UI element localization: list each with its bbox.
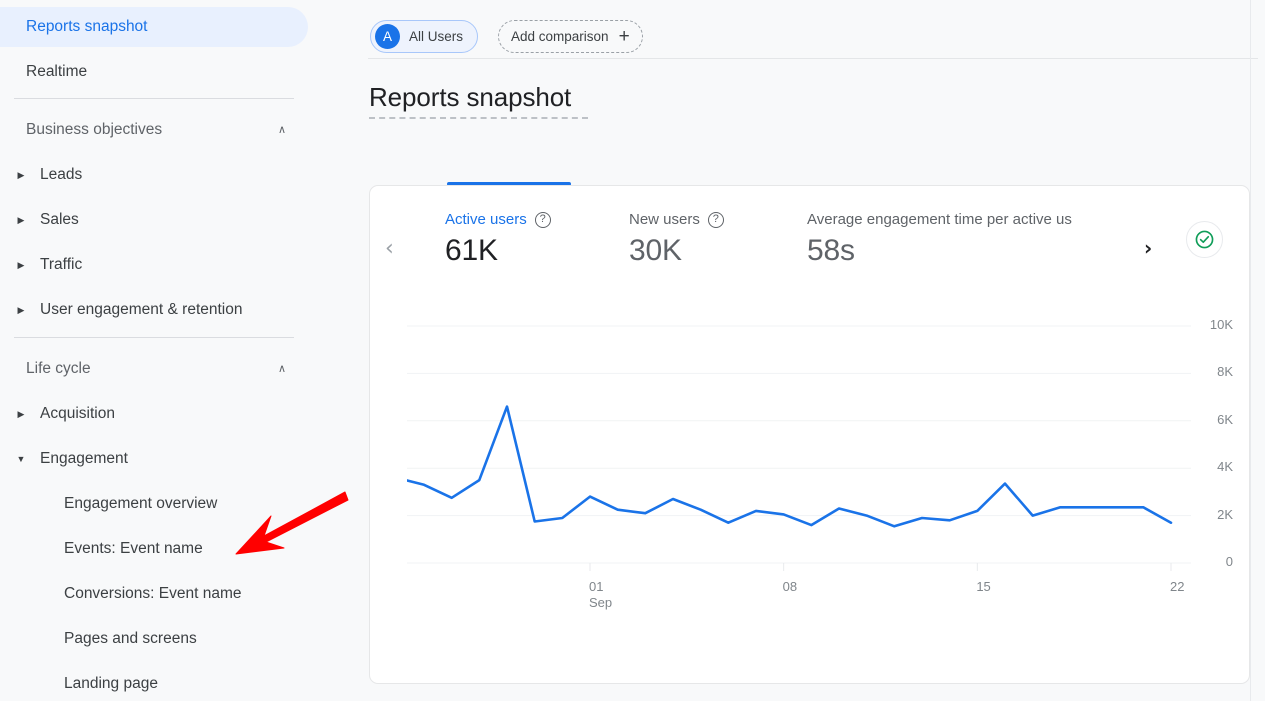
- sidebar-item-label: Traffic: [40, 256, 83, 273]
- sidebar-section-title: Life cycle: [26, 360, 91, 377]
- sidebar-subitem-conversions-event-name[interactable]: Conversions: Event name: [0, 574, 308, 614]
- add-comparison-button[interactable]: Add comparison +: [498, 20, 643, 53]
- metric-prev-button[interactable]: ‹: [385, 238, 394, 260]
- chart-series-line: [367, 362, 1173, 528]
- overview-card: ‹ › Active users? 61K New users? 30K Average…: [367, 185, 1250, 684]
- metric-value: 58s: [807, 234, 855, 267]
- sidebar-item-traffic[interactable]: ▶ Traffic: [0, 245, 308, 285]
- sidebar-section-title: Business objectives: [26, 121, 163, 138]
- check-circle-icon: [1195, 230, 1214, 249]
- chart-y-tick-label: 10K: [1209, 317, 1233, 332]
- sidebar-divider-2: [14, 337, 294, 338]
- left-sidebar: Reports snapshot Realtime Business objecti…: [0, 0, 360, 701]
- chart-x-tick-label: 01: [589, 579, 604, 594]
- sidebar-subitem-label: Events: Event name: [64, 540, 203, 557]
- sidebar-item-engagement[interactable]: ▼ Engagement: [0, 439, 308, 479]
- sidebar-item-sales[interactable]: ▶ Sales: [0, 200, 308, 240]
- plus-icon: +: [618, 26, 630, 47]
- metric-next-button[interactable]: ›: [1144, 238, 1152, 258]
- sidebar-item-reports-snapshot[interactable]: Reports snapshot: [0, 7, 308, 47]
- sidebar-subitem-label: Engagement overview: [64, 495, 218, 512]
- sidebar-subitem-label: Landing page: [64, 675, 158, 692]
- chart-y-tick-label: 0: [1225, 554, 1233, 569]
- metric-value: 61K: [445, 234, 498, 267]
- page-title: Reports snapshot: [369, 82, 572, 112]
- metric-label: Active users: [445, 211, 527, 228]
- sidebar-item-leads[interactable]: ▶ Leads: [0, 155, 308, 195]
- chart-left-mask: [370, 306, 407, 606]
- segment-chip-label: All Users: [409, 29, 464, 44]
- caret-down-icon[interactable]: ▼: [14, 454, 28, 464]
- chart-y-tick-label: 8K: [1217, 364, 1233, 380]
- app-root: Reports snapshot Realtime Business objecti…: [0, 0, 1265, 701]
- sidebar-item-label: Realtime: [26, 63, 88, 80]
- metric-card-active-users[interactable]: Active users? 61K: [445, 211, 551, 268]
- add-comparison-label: Add comparison: [511, 29, 609, 44]
- sidebar-subitem-landing-page[interactable]: Landing page: [0, 664, 308, 701]
- page-title-underline: [369, 117, 588, 119]
- sidebar-subitem-label: Conversions: Event name: [64, 585, 242, 602]
- caret-right-icon[interactable]: ▶: [14, 409, 28, 419]
- sidebar-item-label: Engagement: [40, 450, 128, 467]
- chart-x-tick-label: 22: [1170, 579, 1185, 594]
- metric-card-new-users[interactable]: New users? 30K: [629, 211, 724, 268]
- chevron-up-icon[interactable]: ∧: [278, 363, 286, 375]
- metric-label: New users: [629, 211, 700, 228]
- caret-right-icon[interactable]: ▶: [14, 305, 28, 315]
- sidebar-item-label: Acquisition: [40, 405, 115, 422]
- sidebar-item-acquisition[interactable]: ▶ Acquisition: [0, 394, 308, 434]
- chart-y-tick-label: 6K: [1217, 411, 1233, 427]
- chart-x-tick-sublabel: Sep: [589, 595, 613, 610]
- segment-chip-all-users[interactable]: A All Users: [370, 20, 479, 53]
- sidebar-item-user-engagement-retention[interactable]: ▶ User engagement & retention: [0, 290, 308, 330]
- top-bar-divider: [368, 58, 1258, 59]
- caret-right-icon[interactable]: ▶: [14, 170, 28, 180]
- help-circle-icon[interactable]: ?: [707, 211, 724, 228]
- sidebar-item-label: User engagement & retention: [40, 301, 243, 318]
- top-bar: A All Users Add comparison +: [360, 0, 1265, 59]
- chart-x-tick-label: 15: [976, 579, 991, 594]
- sidebar-item-label: Reports snapshot: [26, 18, 148, 35]
- sidebar-item-label: Leads: [40, 166, 83, 183]
- sidebar-subitem-events-event-name[interactable]: Events: Event name: [0, 529, 308, 569]
- metric-label-row: Average engagement time per active us: [807, 211, 1137, 228]
- sidebar-subitem-label: Pages and screens: [64, 630, 197, 647]
- sidebar-item-label: Sales: [40, 211, 79, 228]
- sidebar-item-realtime[interactable]: Realtime: [0, 52, 308, 92]
- metric-value: 30K: [629, 234, 682, 267]
- metric-card-average-engagement-time-per-active-us[interactable]: Average engagement time per active us 58s: [807, 211, 1137, 268]
- insights-check-button[interactable]: [1186, 221, 1223, 258]
- chart-x-tick-label: 08: [782, 579, 798, 594]
- sidebar-section-business-objectives[interactable]: Business objectives ∧: [0, 113, 308, 147]
- sidebar-subitem-pages-and-screens[interactable]: Pages and screens: [0, 619, 308, 659]
- sidebar-subitem-engagement-overview[interactable]: Engagement overview: [0, 484, 308, 524]
- content-right-divider: [1250, 0, 1251, 701]
- chart-y-tick-label: 2K: [1217, 506, 1233, 522]
- segment-avatar: A: [375, 24, 400, 49]
- caret-right-icon[interactable]: ▶: [14, 215, 28, 225]
- metric-label-row: Active users?: [445, 211, 551, 228]
- sidebar-divider-1: [14, 98, 294, 99]
- metric-label-row: New users?: [629, 211, 724, 228]
- caret-right-icon[interactable]: ▶: [14, 260, 28, 270]
- chart-y-tick-label: 4K: [1217, 459, 1233, 475]
- help-circle-icon[interactable]: ?: [534, 211, 551, 228]
- metric-label: Average engagement time per active us: [807, 211, 1072, 228]
- sidebar-section-life-cycle[interactable]: Life cycle ∧: [0, 352, 308, 386]
- chevron-up-icon[interactable]: ∧: [278, 124, 286, 136]
